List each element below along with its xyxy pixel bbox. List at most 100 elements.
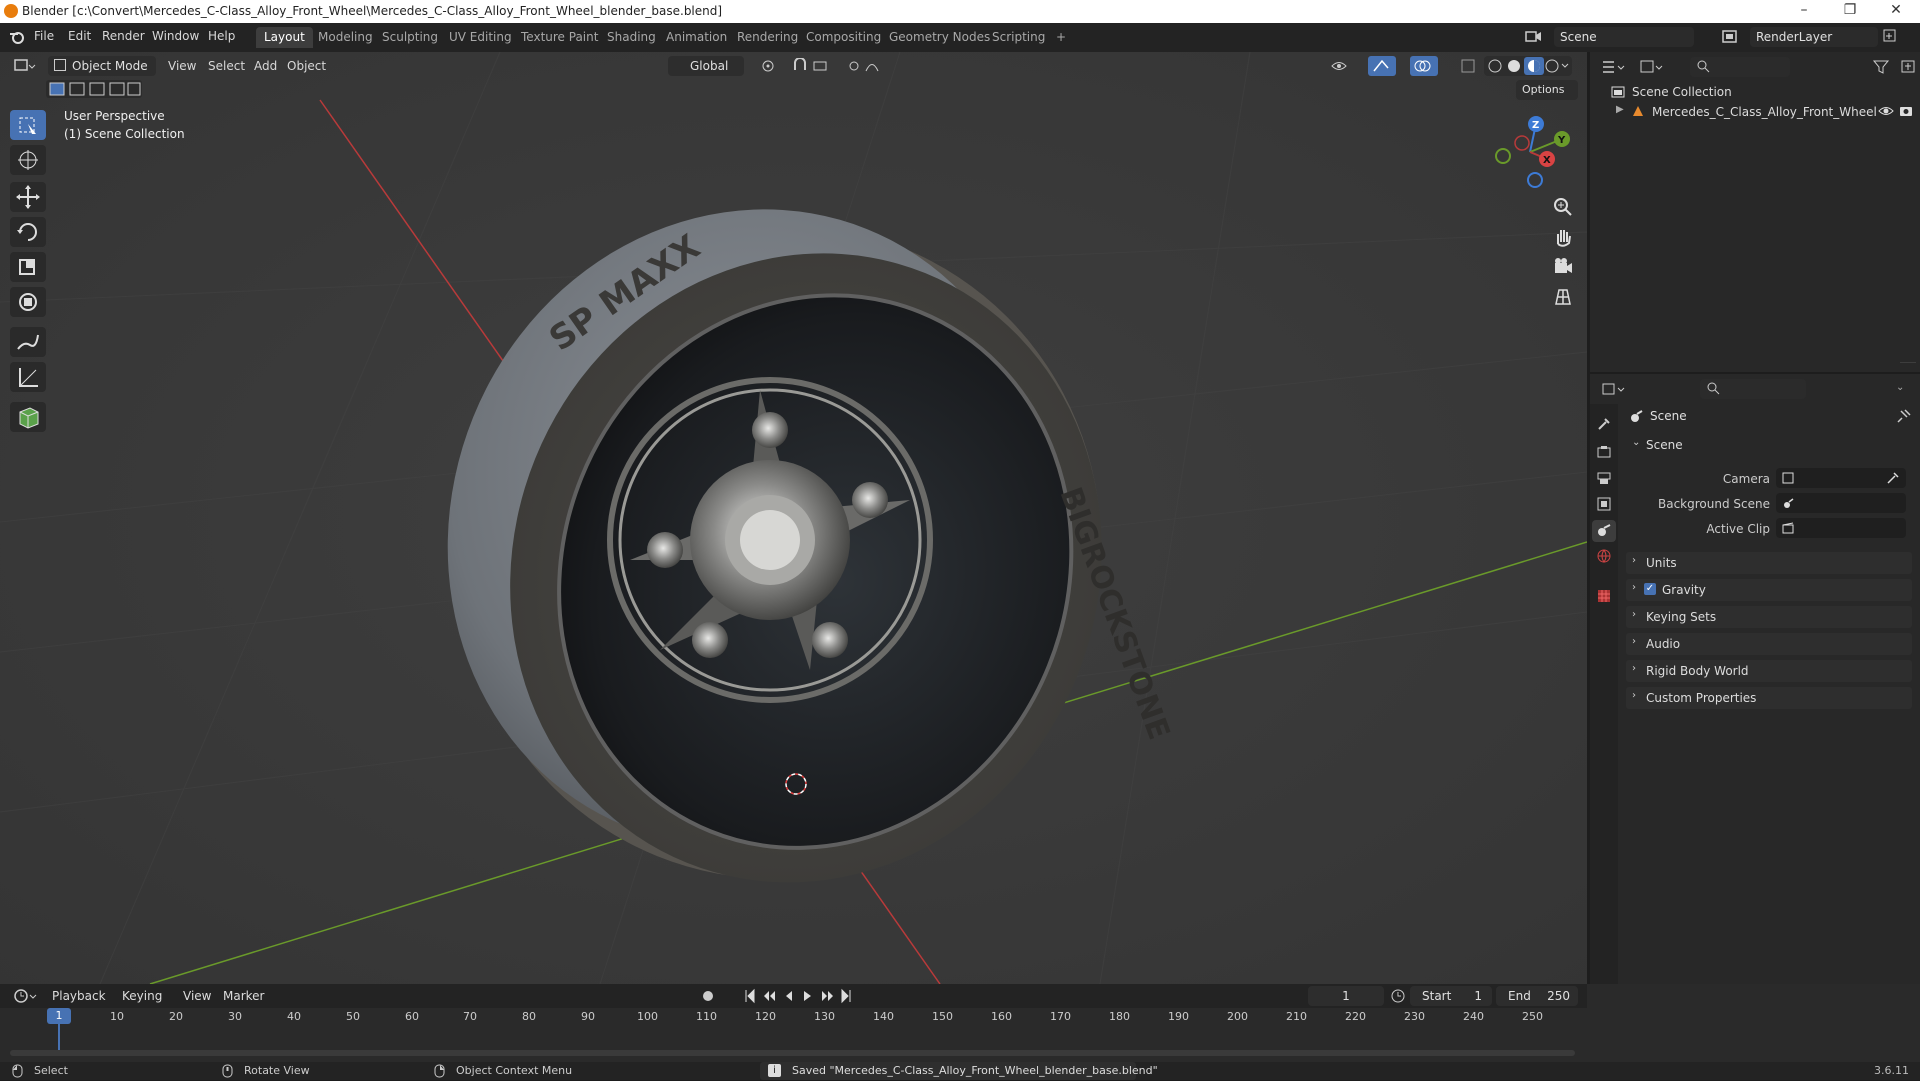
- add-workspace-button[interactable]: +: [1048, 27, 1074, 48]
- tab-rendering[interactable]: Rendering: [729, 27, 806, 48]
- filter-icon[interactable]: [1872, 58, 1902, 76]
- add-cube-tool[interactable]: [10, 402, 46, 432]
- tab-compositing[interactable]: Compositing: [798, 27, 889, 48]
- menu-render[interactable]: Render: [102, 29, 145, 43]
- chevron-down-icon[interactable]: ⌄: [1896, 382, 1904, 393]
- options-dropdown[interactable]: Options: [1516, 80, 1578, 100]
- menu-window[interactable]: Window: [152, 29, 199, 43]
- keying-sets-panel-header[interactable]: › Keying Sets: [1626, 606, 1912, 628]
- gravity-checkbox[interactable]: ✓: [1644, 583, 1656, 595]
- measure-tool[interactable]: [10, 362, 46, 392]
- preview-range-icon[interactable]: [1390, 988, 1406, 1004]
- shading-mode-switcher[interactable]: [1484, 56, 1572, 76]
- properties-search-input[interactable]: [1700, 379, 1806, 399]
- blender-menu-icon[interactable]: [8, 28, 26, 46]
- tab-layout[interactable]: Layout: [256, 27, 313, 48]
- background-scene-field[interactable]: [1776, 493, 1906, 513]
- perspective-toggle-icon[interactable]: [1550, 284, 1576, 310]
- new-collection-icon[interactable]: [1900, 58, 1918, 76]
- eyedropper-icon[interactable]: [1886, 471, 1900, 485]
- timeline-menu-keying[interactable]: Keying: [122, 989, 162, 1003]
- minimize-button[interactable]: –: [1790, 2, 1818, 20]
- render-tab-icon[interactable]: [1596, 444, 1612, 460]
- timeline-menu-playback[interactable]: Playback: [52, 989, 106, 1003]
- transform-tool[interactable]: [10, 287, 46, 317]
- active-clip-field[interactable]: [1776, 518, 1906, 538]
- zoom-icon[interactable]: [1550, 194, 1576, 220]
- timeline-editor-type-icon[interactable]: [12, 987, 42, 1005]
- tab-animation[interactable]: Animation: [658, 27, 735, 48]
- menu-help[interactable]: Help: [208, 29, 235, 43]
- tab-sculpting[interactable]: Sculpting: [374, 27, 446, 48]
- tab-texture-paint[interactable]: Texture Paint: [513, 27, 606, 48]
- audio-panel-header[interactable]: › Audio: [1626, 633, 1912, 655]
- tab-shading[interactable]: Shading: [599, 27, 664, 48]
- view-layer-tab-icon[interactable]: [1596, 496, 1612, 512]
- current-frame-field[interactable]: 1: [1308, 986, 1384, 1006]
- end-frame-field[interactable]: End 250: [1496, 986, 1578, 1006]
- tab-modeling[interactable]: Modeling: [310, 27, 381, 48]
- texture-tab-icon[interactable]: [1596, 588, 1612, 604]
- playhead-frame-label[interactable]: 1: [47, 1008, 71, 1024]
- auto-keying-icon[interactable]: [700, 988, 716, 1004]
- view-layer-icon[interactable]: [1720, 28, 1740, 46]
- view-layer-selector[interactable]: RenderLayer: [1750, 27, 1878, 47]
- timeline-menu-marker[interactable]: Marker: [223, 989, 264, 1003]
- scene-panel-header[interactable]: ⌄ Scene: [1626, 434, 1912, 458]
- viewport-menu-add[interactable]: Add: [254, 56, 277, 76]
- display-mode-icon[interactable]: [1638, 58, 1668, 76]
- gravity-panel-header[interactable]: › ✓ Gravity: [1626, 579, 1912, 601]
- mode-selector[interactable]: Object Mode: [48, 56, 156, 76]
- pivot-point-icon[interactable]: [760, 58, 786, 74]
- viewport-menu-view[interactable]: View: [168, 56, 196, 76]
- snap-icon[interactable]: [792, 57, 836, 74]
- outliner-search-input[interactable]: [1690, 57, 1790, 77]
- scale-tool[interactable]: [10, 252, 46, 282]
- units-panel-header[interactable]: › Units: [1626, 552, 1912, 574]
- scene-tab-icon[interactable]: [1592, 520, 1616, 542]
- editor-type-icon[interactable]: [12, 56, 36, 76]
- rigid-body-world-panel-header[interactable]: › Rigid Body World: [1626, 660, 1912, 682]
- pan-hand-icon[interactable]: [1550, 224, 1576, 250]
- output-tab-icon[interactable]: [1596, 470, 1612, 486]
- visibility-selectability-icon[interactable]: [1330, 56, 1358, 76]
- timeline-menu-view[interactable]: View: [183, 989, 211, 1003]
- scene-icon[interactable]: [1524, 28, 1544, 46]
- move-tool[interactable]: [10, 182, 46, 212]
- transform-orientation-selector[interactable]: Global: [668, 56, 744, 76]
- rotate-tool[interactable]: [10, 217, 46, 247]
- select-mode-buttons[interactable]: [46, 80, 142, 98]
- expand-arrow-icon[interactable]: ▶: [1616, 104, 1624, 115]
- show-overlays-icon[interactable]: [1410, 56, 1438, 76]
- cursor-tool[interactable]: [10, 145, 46, 175]
- timeline-ruler[interactable]: 1 10 20 30 40 50 60 70 80 90 100 110 120…: [10, 1008, 1587, 1026]
- viewport-menu-select[interactable]: Select: [208, 56, 245, 76]
- camera-view-icon[interactable]: [1550, 254, 1576, 280]
- world-tab-icon[interactable]: [1596, 548, 1612, 564]
- pin-icon[interactable]: [1896, 408, 1912, 424]
- render-camera-icon[interactable]: [1898, 104, 1914, 118]
- 3d-viewport[interactable]: BIGROCKSTONE SP MAXX Object Mode View Se…: [0, 52, 1587, 984]
- annotate-tool[interactable]: [10, 327, 46, 357]
- close-window-button[interactable]: ✕: [1882, 2, 1910, 20]
- navigation-gizmo[interactable]: Z Y X: [1490, 112, 1570, 192]
- start-frame-field[interactable]: Start 1: [1410, 986, 1492, 1006]
- viewport-menu-object[interactable]: Object: [287, 56, 326, 76]
- tab-geometry-nodes[interactable]: Geometry Nodes: [881, 27, 998, 48]
- tab-uv-editing[interactable]: UV Editing: [441, 27, 520, 48]
- outliner-editor-type-icon[interactable]: [1600, 58, 1630, 76]
- outliner-item-wheel[interactable]: Mercedes_C_Class_Alloy_Front_Wheel: [1652, 105, 1877, 119]
- show-gizmo-icon[interactable]: [1368, 56, 1396, 76]
- select-box-tool[interactable]: [10, 110, 46, 140]
- eye-icon[interactable]: [1878, 104, 1894, 118]
- menu-edit[interactable]: Edit: [68, 29, 91, 43]
- proportional-editing-icon[interactable]: [848, 58, 888, 74]
- menu-file[interactable]: File: [34, 29, 54, 43]
- timeline-scrollbar[interactable]: [10, 1050, 1575, 1056]
- maximize-button[interactable]: ❐: [1836, 2, 1864, 20]
- properties-editor-type-icon[interactable]: [1600, 380, 1630, 398]
- xray-toggle-icon[interactable]: [1458, 56, 1480, 76]
- scene-selector[interactable]: Scene: [1554, 27, 1694, 47]
- new-view-layer-icon[interactable]: [1882, 28, 1898, 44]
- custom-properties-panel-header[interactable]: › Custom Properties: [1626, 687, 1912, 709]
